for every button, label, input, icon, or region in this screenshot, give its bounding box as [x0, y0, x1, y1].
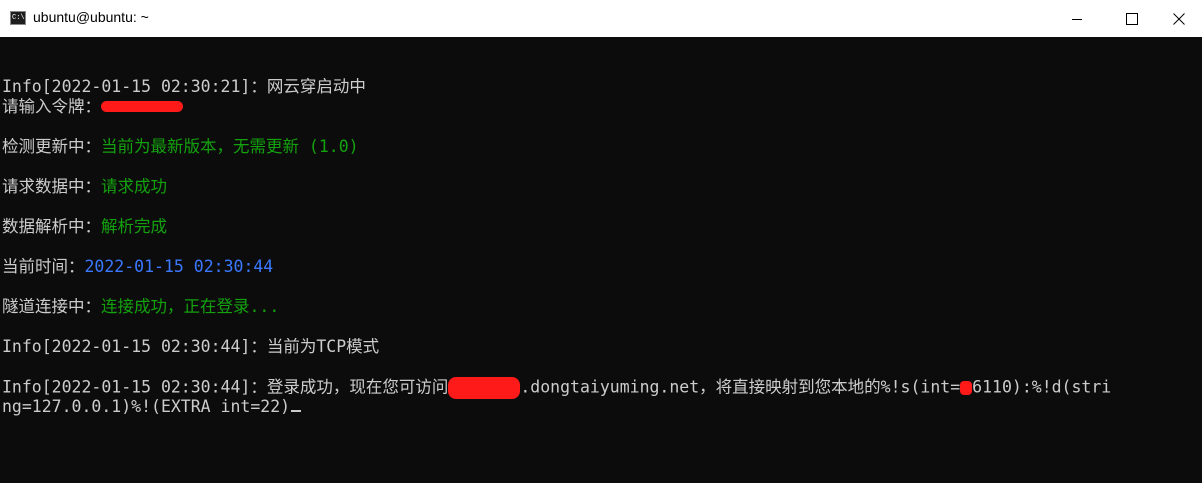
window-title: ubuntu@ubuntu: ~ — [33, 9, 149, 25]
login-prefix: Info[2022-01-15 02:30:44]：登录成功，现在您可访问 — [2, 377, 449, 397]
close-button[interactable] — [1156, 0, 1202, 37]
login-suffix: ):%!d(stri — [1011, 377, 1112, 397]
time-label: 当前时间： — [2, 257, 85, 276]
token-prompt: 请输入令牌： — [2, 97, 101, 116]
terminal-window: C:\. ubuntu@ubuntu: ~ Info[2022-01-15 02… — [0, 0, 1202, 483]
startup-line: Info[2022-01-15 02:30:21]：网云穿启动中 — [2, 77, 366, 97]
update-line: 检测更新中：当前为最新版本，无需更新 (1.0) — [2, 137, 359, 157]
parse-line: 数据解析中：解析完成 — [2, 217, 167, 237]
login-line: Info[2022-01-15 02:30:44]：登录成功，现在您可访问 .do… — [2, 377, 1111, 399]
login-wrap: ng=127.0.0.1)%!(EXTRA int=22) — [2, 397, 291, 416]
text-cursor — [291, 410, 302, 412]
redacted-port-digit — [960, 381, 973, 395]
minimize-button[interactable] — [1054, 0, 1100, 37]
token-prompt-line: 请输入令牌： — [2, 97, 183, 117]
update-label: 检测更新中： — [2, 137, 101, 156]
minimize-icon — [1072, 18, 1082, 20]
login-domain: .dongtaiyuming.net，将直接映射到您本地的%!s(int= — [520, 377, 961, 397]
title-bar[interactable]: C:\. ubuntu@ubuntu: ~ — [0, 0, 1202, 37]
request-line: 请求数据中：请求成功 — [2, 177, 167, 197]
redacted-subdomain — [448, 377, 521, 399]
startup-text: Info[2022-01-15 02:30:21]：网云穿启动中 — [2, 77, 366, 96]
tunnel-line: 隧道连接中：连接成功，正在登录... — [2, 297, 279, 317]
time-line: 当前时间：2022-01-15 02:30:44 — [2, 257, 273, 277]
login-wrap-line: ng=127.0.0.1)%!(EXTRA int=22) — [2, 397, 302, 417]
close-icon — [1173, 12, 1185, 25]
request-label: 请求数据中： — [2, 177, 101, 196]
parse-label: 数据解析中： — [2, 217, 101, 236]
time-value: 2022-01-15 02:30:44 — [84, 257, 274, 276]
mode-text: Info[2022-01-15 02:30:44]：当前为TCP模式 — [2, 337, 380, 356]
update-status: 当前为最新版本，无需更新 (1.0) — [101, 137, 359, 156]
parse-status: 解析完成 — [101, 217, 167, 236]
request-status: 请求成功 — [101, 177, 167, 196]
tunnel-label: 隧道连接中： — [2, 297, 101, 316]
console-icon[interactable]: C:\. — [10, 11, 26, 25]
maximize-button[interactable] — [1109, 0, 1155, 37]
tunnel-status: 连接成功，正在登录... — [101, 297, 280, 316]
redacted-token — [101, 101, 183, 112]
terminal-output[interactable]: Info[2022-01-15 02:30:21]：网云穿启动中 请输入令牌： … — [0, 37, 1202, 483]
mode-line: Info[2022-01-15 02:30:44]：当前为TCP模式 — [2, 337, 379, 357]
maximize-icon — [1126, 12, 1138, 25]
login-port: 6110 — [972, 377, 1012, 397]
